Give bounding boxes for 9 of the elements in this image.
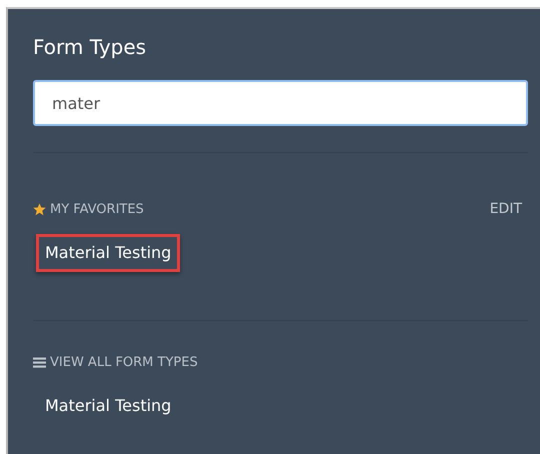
panel-title: Form Types: [33, 35, 148, 59]
form-type-link[interactable]: Material Testing: [36, 234, 180, 272]
section-heading: VIEW ALL FORM TYPES: [50, 354, 198, 372]
star-icon: [33, 203, 46, 216]
search-field[interactable]: mater: [33, 80, 528, 126]
edit-link[interactable]: EDIT: [490, 199, 522, 220]
section-heading: MY FAVORITES: [50, 200, 144, 219]
list-icon: [33, 356, 46, 370]
form-type-link[interactable]: Material Testing: [36, 386, 180, 424]
